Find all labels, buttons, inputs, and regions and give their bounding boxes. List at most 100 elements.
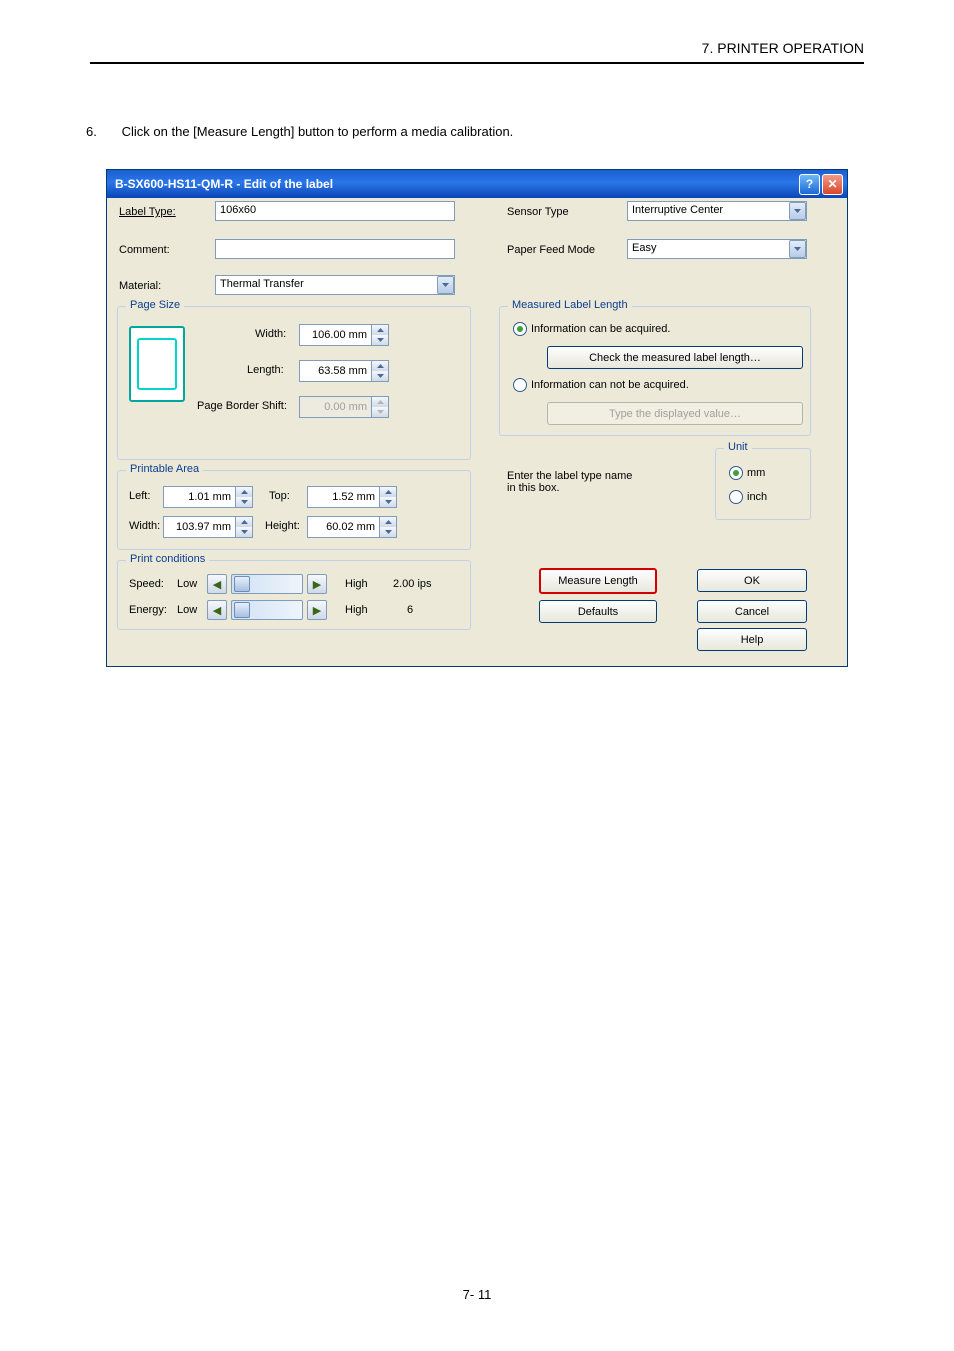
speed-slider[interactable]: ◀ ▶ — [207, 574, 327, 594]
arrow-left-icon[interactable]: ◀ — [207, 600, 227, 620]
left-label: Left: — [129, 490, 150, 502]
border-shift-spin — [299, 396, 389, 418]
radio-icon — [513, 378, 527, 392]
titlebar: B-SX600-HS11-QM-R - Edit of the label ? … — [107, 170, 847, 198]
speed-low-label: Low — [177, 578, 197, 590]
radio-icon — [513, 322, 527, 336]
chevron-up-icon[interactable] — [372, 325, 388, 335]
chevron-down-icon[interactable] — [372, 335, 388, 345]
speed-label: Speed: — [129, 578, 164, 590]
check-length-button[interactable]: Check the measured label length… — [547, 346, 803, 369]
instruction-number: 6. — [102, 124, 118, 139]
radio-label: Information can be acquired. — [531, 323, 670, 335]
energy-value: 6 — [407, 604, 413, 616]
section-header: 7. PRINTER OPERATION — [90, 40, 864, 64]
pa-height-input[interactable] — [307, 516, 379, 538]
speed-value: 2.00 ips — [393, 578, 432, 590]
energy-low-label: Low — [177, 604, 197, 616]
close-icon[interactable]: ✕ — [822, 174, 843, 195]
chevron-down-icon[interactable] — [380, 497, 396, 507]
border-shift-label: Page Border Shift: — [197, 400, 287, 412]
instruction-text: Click on the [Measure Length] button to … — [122, 124, 514, 139]
label-type-field[interactable]: 106x60 — [215, 201, 455, 221]
radio-mm[interactable]: mm — [729, 466, 765, 480]
radio-label: inch — [747, 491, 767, 503]
pa-width-label: Width: — [129, 520, 160, 532]
radio-info-acquired[interactable]: Information can be acquired. — [513, 322, 670, 336]
pa-width-input[interactable] — [163, 516, 235, 538]
chevron-down-icon[interactable] — [789, 240, 806, 258]
pa-height-spin[interactable] — [307, 516, 397, 538]
sensor-type-label: Sensor Type — [507, 206, 569, 218]
border-shift-input — [299, 396, 371, 418]
arrow-left-icon[interactable]: ◀ — [207, 574, 227, 594]
comment-label: Comment: — [119, 244, 170, 256]
material-label: Material: — [119, 280, 161, 292]
enter-label-type-text: Enter the label type name in this box. — [507, 470, 637, 494]
edit-label-dialog: B-SX600-HS11-QM-R - Edit of the label ? … — [106, 169, 848, 667]
energy-slider[interactable]: ◀ ▶ — [207, 600, 327, 620]
comment-field[interactable] — [215, 239, 455, 259]
paper-feed-label: Paper Feed Mode — [507, 244, 595, 256]
chevron-up-icon[interactable] — [372, 361, 388, 371]
chevron-up-icon[interactable] — [236, 487, 252, 497]
radio-label: Information can not be acquired. — [531, 379, 689, 391]
top-input[interactable] — [307, 486, 379, 508]
radio-inch[interactable]: inch — [729, 490, 767, 504]
chevron-down-icon[interactable] — [236, 497, 252, 507]
material-combo[interactable]: Thermal Transfer — [215, 275, 455, 295]
length-label: Length: — [247, 364, 284, 376]
radio-icon — [729, 490, 743, 504]
width-input[interactable] — [299, 324, 371, 346]
top-spin[interactable] — [307, 486, 397, 508]
left-input[interactable] — [163, 486, 235, 508]
speed-high-label: High — [345, 578, 368, 590]
top-label: Top: — [269, 490, 290, 502]
radio-icon — [729, 466, 743, 480]
chevron-up-icon[interactable] — [236, 517, 252, 527]
chevron-down-icon — [372, 407, 388, 417]
dialog-title: B-SX600-HS11-QM-R - Edit of the label — [115, 177, 797, 191]
pa-width-spin[interactable] — [163, 516, 253, 538]
width-label: Width: — [255, 328, 286, 340]
length-spin[interactable] — [299, 360, 389, 382]
radio-label: mm — [747, 467, 765, 479]
chevron-down-icon[interactable] — [437, 276, 454, 294]
chevron-down-icon[interactable] — [789, 202, 806, 220]
chevron-up-icon[interactable] — [380, 487, 396, 497]
measured-legend: Measured Label Length — [508, 299, 632, 311]
energy-label: Energy: — [129, 604, 167, 616]
unit-legend: Unit — [724, 441, 752, 453]
help-icon[interactable]: ? — [799, 174, 820, 195]
arrow-right-icon[interactable]: ▶ — [307, 574, 327, 594]
arrow-right-icon[interactable]: ▶ — [307, 600, 327, 620]
chevron-down-icon[interactable] — [380, 527, 396, 537]
chevron-down-icon[interactable] — [236, 527, 252, 537]
defaults-button[interactable]: Defaults — [539, 600, 657, 623]
sensor-type-combo[interactable]: Interruptive Center — [627, 201, 807, 221]
printable-area-legend: Printable Area — [126, 463, 203, 475]
page-number: 7- 11 — [90, 1287, 864, 1302]
radio-info-not-acquired[interactable]: Information can not be acquired. — [513, 378, 689, 392]
type-value-button: Type the displayed value… — [547, 402, 803, 425]
width-spin[interactable] — [299, 324, 389, 346]
label-preview — [129, 326, 185, 402]
print-conditions-legend: Print conditions — [126, 553, 209, 565]
unit-group: Unit — [715, 448, 811, 520]
instruction-line: 6. Click on the [Measure Length] button … — [90, 124, 864, 139]
length-input[interactable] — [299, 360, 371, 382]
label-type-label: Label Type: — [119, 206, 176, 218]
chevron-up-icon[interactable] — [380, 517, 396, 527]
help-button[interactable]: Help — [697, 628, 807, 651]
cancel-button[interactable]: Cancel — [697, 600, 807, 623]
pa-height-label: Height: — [265, 520, 300, 532]
chevron-up-icon — [372, 397, 388, 407]
energy-high-label: High — [345, 604, 368, 616]
ok-button[interactable]: OK — [697, 569, 807, 592]
printable-area-group: Printable Area — [117, 470, 471, 550]
left-spin[interactable] — [163, 486, 253, 508]
page-size-legend: Page Size — [126, 299, 184, 311]
measure-length-button[interactable]: Measure Length — [539, 568, 657, 594]
chevron-down-icon[interactable] — [372, 371, 388, 381]
paper-feed-combo[interactable]: Easy — [627, 239, 807, 259]
